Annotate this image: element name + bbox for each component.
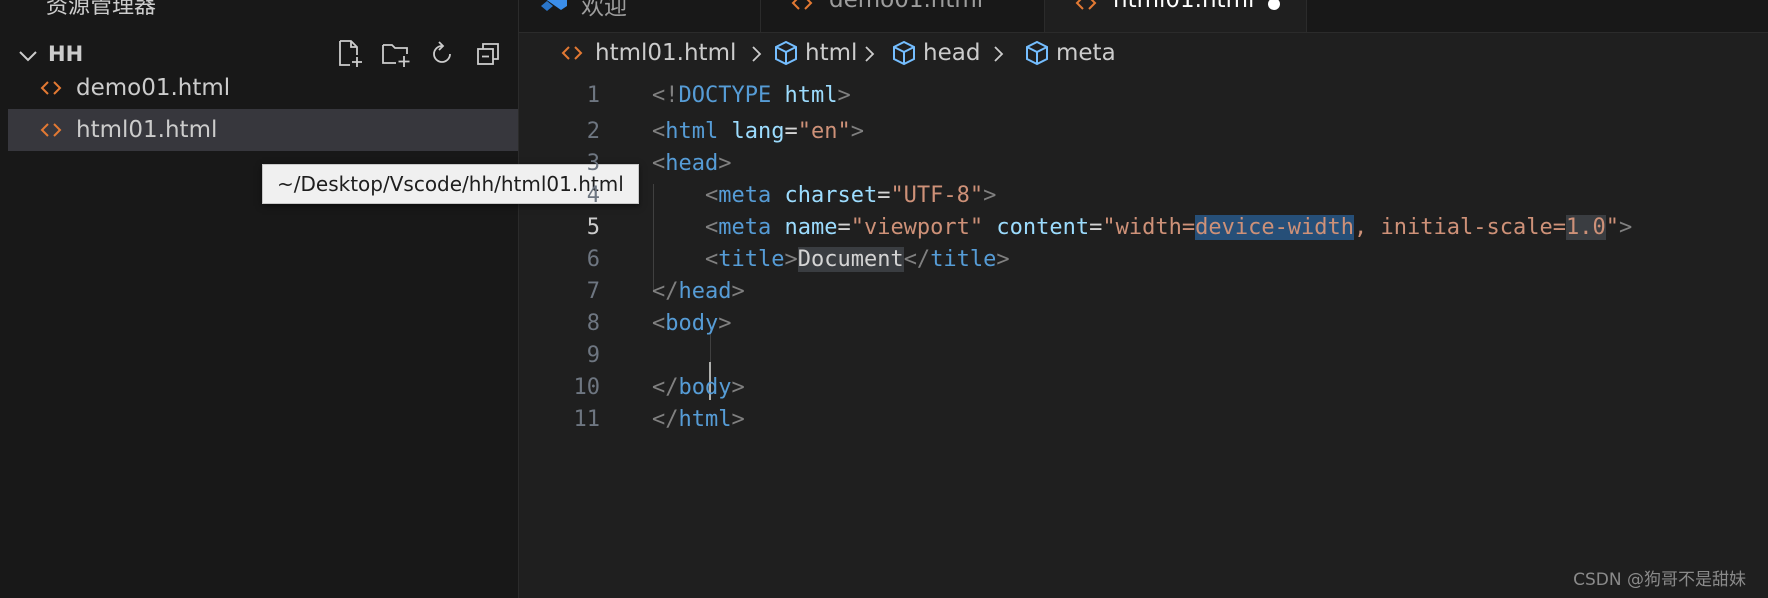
line-number: 9 [586,343,600,368]
code-line[interactable]: 1 <!DOCTYPE html> [519,78,1768,114]
chevron-right-icon [994,46,1004,62]
code-line[interactable]: 11 </html> [519,402,1768,438]
file-item-demo01[interactable]: demo01.html [8,67,518,109]
folder-name: HH [48,42,84,66]
new-file-button[interactable] [334,38,366,70]
code-text: </html> [652,407,745,432]
folder-actions [334,38,504,70]
code-line[interactable]: 3 <head> [519,146,1768,182]
chevron-right-icon [752,46,762,62]
code-editor[interactable]: 1 <!DOCTYPE html> 2 <html lang="en"> 3 <… [519,76,1768,598]
explorer-title: 资源管理器 [46,0,157,19]
refresh-button[interactable] [426,38,458,70]
code-line[interactable]: 9 [519,338,1768,374]
code-text: <body> [652,311,732,336]
explorer-sidebar: 资源管理器 HH demo01.html html01.html [0,0,519,598]
breadcrumb-label: html [805,40,858,66]
editor-tabs: 欢迎 demo01.html html01.html [519,0,1768,33]
line-number: 10 [573,375,601,400]
tab-demo01[interactable]: demo01.html [761,0,1045,32]
tab-label: demo01.html [829,0,984,13]
unsaved-dot-icon[interactable] [1268,0,1280,10]
file-item-html01[interactable]: html01.html [8,109,518,151]
code-line[interactable]: 7 </head> [519,274,1768,310]
line-number: 5 [586,215,600,240]
code-line[interactable]: 4 <meta charset="UTF-8"> [519,178,1768,214]
file-label: html01.html [76,117,218,143]
selected-text: device-width [1195,215,1355,240]
csdn-watermark: CSDN @狗哥不是甜妹 [1573,570,1746,590]
tab-html01[interactable]: html01.html [1045,0,1307,32]
html-file-icon [40,123,62,137]
highlighted-match: 1.0 [1565,215,1606,240]
breadcrumb-meta[interactable]: meta [1024,40,1116,66]
breadcrumb-label: html01.html [595,40,737,66]
line-number: 1 [586,83,600,108]
breadcrumb-file[interactable]: html01.html [561,40,736,66]
chevron-down-icon[interactable] [16,44,40,68]
code-text: <html lang="en"> [652,119,864,144]
tab-label: html01.html [1113,0,1255,13]
code-text: <meta charset="UTF-8"> [704,183,997,208]
line-number: 11 [573,407,601,432]
highlighted-word: Document [797,247,904,272]
code-text: <title>Document</title> [704,247,1010,272]
code-text: <meta name="viewport" content="width=dev… [704,215,1633,240]
breadcrumb: html01.html html head meta [519,36,1768,72]
html-file-icon [791,0,813,10]
line-number: 8 [586,311,600,336]
new-file-icon [339,40,362,67]
line-number: 7 [586,279,600,304]
line-number: 6 [586,247,600,272]
new-folder-button[interactable] [380,38,412,70]
tab-welcome[interactable]: 欢迎 [519,0,761,32]
html-file-icon [1075,0,1097,10]
collapse-all-icon [477,43,499,65]
breadcrumb-label: head [923,40,981,66]
code-line-current[interactable]: 5 <meta name="viewport" content="width=d… [519,210,1768,246]
html-file-icon [561,46,583,60]
breadcrumb-html[interactable]: html [773,40,857,66]
code-line[interactable]: 2 <html lang="en"> [519,114,1768,150]
file-label: demo01.html [76,75,231,101]
refresh-icon [433,41,451,63]
collapse-all-button[interactable] [472,38,504,70]
code-text: </body> [652,375,745,400]
line-number: 2 [586,119,600,144]
html-file-icon [40,81,62,95]
breadcrumb-head[interactable]: head [891,40,980,66]
new-folder-icon [382,44,410,67]
code-line[interactable]: 8 <body> [519,306,1768,342]
tab-label: 欢迎 [581,0,627,20]
code-text: <!DOCTYPE html> [652,83,851,108]
symbol-element-icon [1026,40,1048,66]
symbol-element-icon [775,40,797,66]
symbol-element-icon [893,40,915,66]
code-line[interactable]: 6 <title>Document</title> [519,242,1768,278]
breadcrumb-label: meta [1056,40,1116,66]
code-text: <head> [652,151,732,176]
vscode-logo-icon [541,0,567,11]
line-number: 4 [586,183,600,208]
line-number: 3 [586,151,600,176]
code-text: </head> [652,279,745,304]
code-line[interactable]: 10 </body> [519,370,1768,406]
chevron-right-icon [865,46,875,62]
